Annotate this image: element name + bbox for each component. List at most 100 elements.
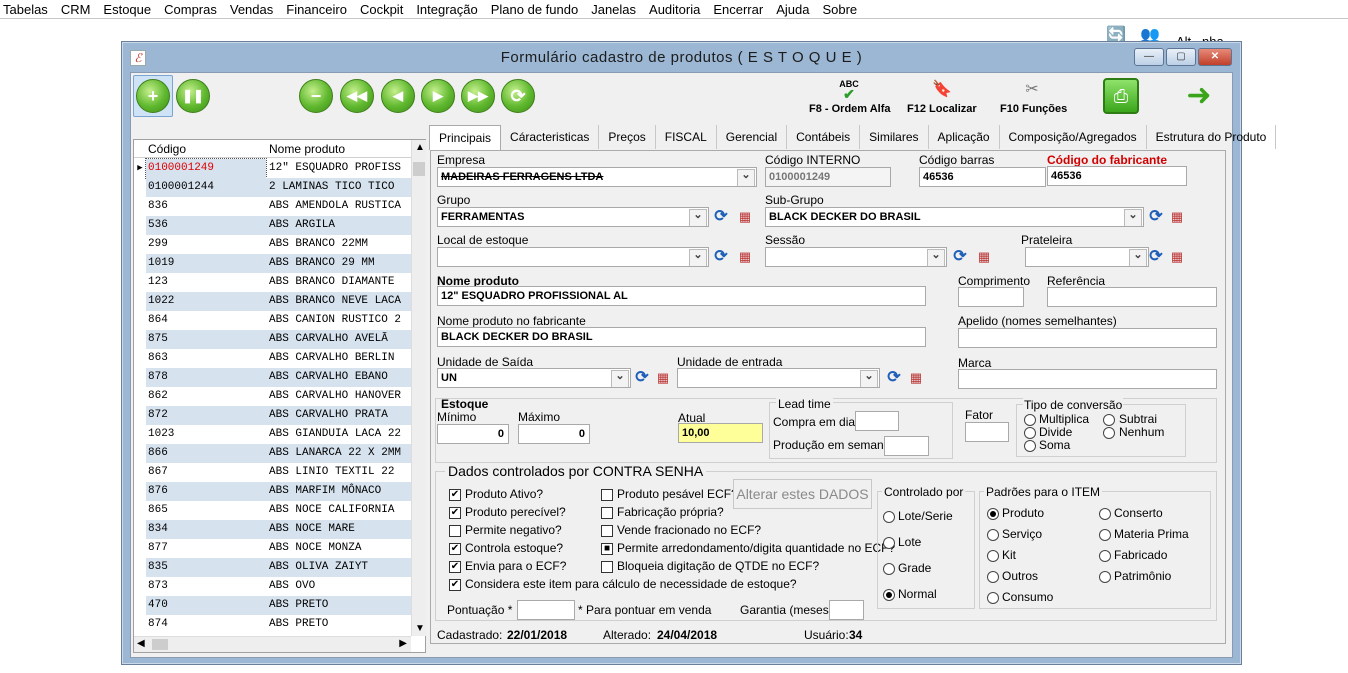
subgrupo-edit-icon[interactable]: ▦ [1168, 208, 1186, 226]
table-row[interactable]: 1023 ABS GIANDUIA LACA 22 [134, 425, 411, 444]
radio-button[interactable] [883, 511, 895, 523]
previous-record-icon[interactable]: ◀ [381, 79, 415, 113]
scroll-left-icon[interactable]: ◀ [137, 638, 145, 649]
cell-code[interactable]: 123 [146, 273, 266, 292]
checkbox[interactable]: ✔ [449, 489, 461, 501]
cell-name[interactable]: 2 LAMINAS TICO TICO [266, 178, 411, 197]
tab-estrutura[interactable]: Estrutura do Produto [1147, 125, 1277, 149]
radio-button[interactable] [987, 508, 999, 520]
first-record-icon[interactable]: ◀◀ [340, 79, 374, 113]
cell-name[interactable]: ABS GIANDUIA LACA 22 [266, 425, 411, 444]
next-record-icon[interactable]: ▶ [421, 79, 455, 113]
cell-name[interactable]: ABS OLIVA ZAIYT [266, 558, 411, 577]
cell-code[interactable]: 299 [146, 235, 266, 254]
radio-button[interactable] [1099, 529, 1111, 541]
tab-precos[interactable]: Preços [599, 125, 656, 149]
cell-code[interactable]: 0100001249 [145, 158, 267, 179]
grid-col-code[interactable]: Código [146, 140, 266, 157]
cell-name[interactable]: ABS NOCE CALIFORNIA [266, 501, 411, 520]
add-icon[interactable]: + [136, 79, 170, 113]
cell-name[interactable]: ABS BRANCO NEVE LACA [266, 292, 411, 311]
menu-cockpit[interactable]: Cockpit [360, 2, 403, 17]
print-icon[interactable]: ⎙ [1103, 78, 1139, 114]
maximize-button[interactable]: ▢ [1166, 48, 1196, 66]
menu-integracao[interactable]: Integração [416, 2, 477, 17]
checkbox[interactable]: ✔ [449, 561, 461, 573]
cell-code[interactable]: 836 [146, 197, 266, 216]
cell-code[interactable]: 864 [146, 311, 266, 330]
menu-encerrar[interactable]: Encerrar [713, 2, 763, 17]
table-row[interactable]: 873 ABS OVO [134, 577, 411, 596]
checkbox[interactable]: ✔ [449, 543, 461, 555]
unidade-entrada-select[interactable] [677, 368, 880, 388]
unidade-saida-edit-icon[interactable]: ▦ [654, 369, 672, 387]
f12-locate-button[interactable]: F12 Localizar [907, 103, 977, 115]
radio-button[interactable] [883, 563, 895, 575]
checkbox[interactable] [601, 525, 613, 537]
delete-icon[interactable]: − [299, 79, 333, 113]
table-row[interactable]: 836 ABS AMENDOLA RUSTICA [134, 197, 411, 216]
maximo-field[interactable]: 0 [518, 424, 590, 444]
tab-composicao[interactable]: Composição/Agregados [1000, 125, 1147, 149]
sessao-select[interactable] [765, 247, 947, 267]
garantia-field[interactable] [829, 600, 864, 620]
table-row[interactable]: 866 ABS LANARCA 22 X 2MM [134, 444, 411, 463]
menu-janelas[interactable]: Janelas [591, 2, 636, 17]
table-row[interactable]: 877 ABS NOCE MONZA [134, 539, 411, 558]
table-row[interactable]: ▶ 0100001249 12" ESQUADRO PROFISS [134, 158, 411, 179]
atual-field[interactable]: 10,00 [678, 423, 763, 443]
cell-name[interactable]: 12" ESQUADRO PROFISS [266, 159, 411, 178]
menu-crm[interactable]: CRM [61, 2, 91, 17]
radio-button[interactable] [883, 589, 895, 601]
apelido-field[interactable] [958, 328, 1217, 348]
cell-code[interactable]: 863 [146, 349, 266, 368]
radio-soma[interactable] [1024, 440, 1036, 452]
checkbox[interactable]: ✔ [449, 579, 461, 591]
table-row[interactable]: 1022 ABS BRANCO NEVE LACA [134, 292, 411, 311]
codigo-fabricante-field[interactable]: 46536 [1047, 166, 1187, 186]
menu-plano-de-fundo[interactable]: Plano de fundo [491, 2, 578, 17]
radio-button[interactable] [987, 571, 999, 583]
sessao-edit-icon[interactable]: ▦ [975, 248, 993, 266]
checkbox[interactable] [601, 507, 613, 519]
cell-name[interactable]: ABS NOCE MARE [266, 520, 411, 539]
cell-name[interactable]: ABS CARVALHO BERLIN [266, 349, 411, 368]
local-refresh-icon[interactable]: ⟳ [712, 248, 730, 266]
locate-icon[interactable]: 🔖 [931, 79, 953, 101]
checkbox[interactable]: ■ [601, 543, 613, 555]
producao-semanas-field[interactable] [884, 436, 929, 456]
table-row[interactable]: 878 ABS CARVALHO EBANO [134, 368, 411, 387]
radio-button[interactable] [987, 529, 999, 541]
cell-code[interactable]: 862 [146, 387, 266, 406]
cell-name[interactable]: ABS BRANCO 29 MM [266, 254, 411, 273]
checkbox[interactable]: ✔ [449, 507, 461, 519]
radio-button[interactable] [987, 550, 999, 562]
last-record-icon[interactable]: ▶▶ [461, 79, 495, 113]
cell-name[interactable]: ABS CARVALHO PRATA [266, 406, 411, 425]
table-row[interactable]: 0100001244 2 LAMINAS TICO TICO [134, 178, 411, 197]
cell-name[interactable]: ABS LINIO TEXTIL 22 [266, 463, 411, 482]
table-row[interactable]: 123 ABS BRANCO DIAMANTE [134, 273, 411, 292]
cell-name[interactable]: ABS AMENDOLA RUSTICA [266, 197, 411, 216]
checkbox[interactable] [601, 489, 613, 501]
unidade-saida-refresh-icon[interactable]: ⟳ [633, 369, 651, 387]
cell-name[interactable]: ABS CARVALHO EBANO [266, 368, 411, 387]
radio-subtrai[interactable] [1103, 414, 1115, 426]
cell-code[interactable]: 834 [146, 520, 266, 539]
grupo-edit-icon[interactable]: ▦ [736, 208, 754, 226]
cell-name[interactable]: ABS LANARCA 22 X 2MM [266, 444, 411, 463]
subgrupo-select[interactable]: BLACK DECKER DO BRASIL [765, 207, 1144, 227]
empresa-select[interactable]: MADEIRAS FERRAGENS LTDA [437, 167, 757, 187]
cell-code[interactable]: 0100001244 [146, 178, 266, 197]
cell-code[interactable]: 874 [146, 615, 266, 634]
tools-icon[interactable]: ✂ [1021, 79, 1043, 101]
scroll-right-icon[interactable]: ▶ [399, 638, 407, 649]
table-row[interactable]: 1019 ABS BRANCO 29 MM [134, 254, 411, 273]
close-button[interactable]: ✕ [1198, 48, 1232, 66]
cell-code[interactable]: 1019 [146, 254, 266, 273]
unidade-entrada-edit-icon[interactable]: ▦ [907, 369, 925, 387]
cell-code[interactable]: 865 [146, 501, 266, 520]
scroll-up-icon[interactable]: ▲ [415, 142, 425, 153]
alterar-dados-button[interactable]: Alterar estes DADOS [733, 479, 872, 509]
cell-name[interactable]: ABS MARFIM MÔNACO [266, 482, 411, 501]
